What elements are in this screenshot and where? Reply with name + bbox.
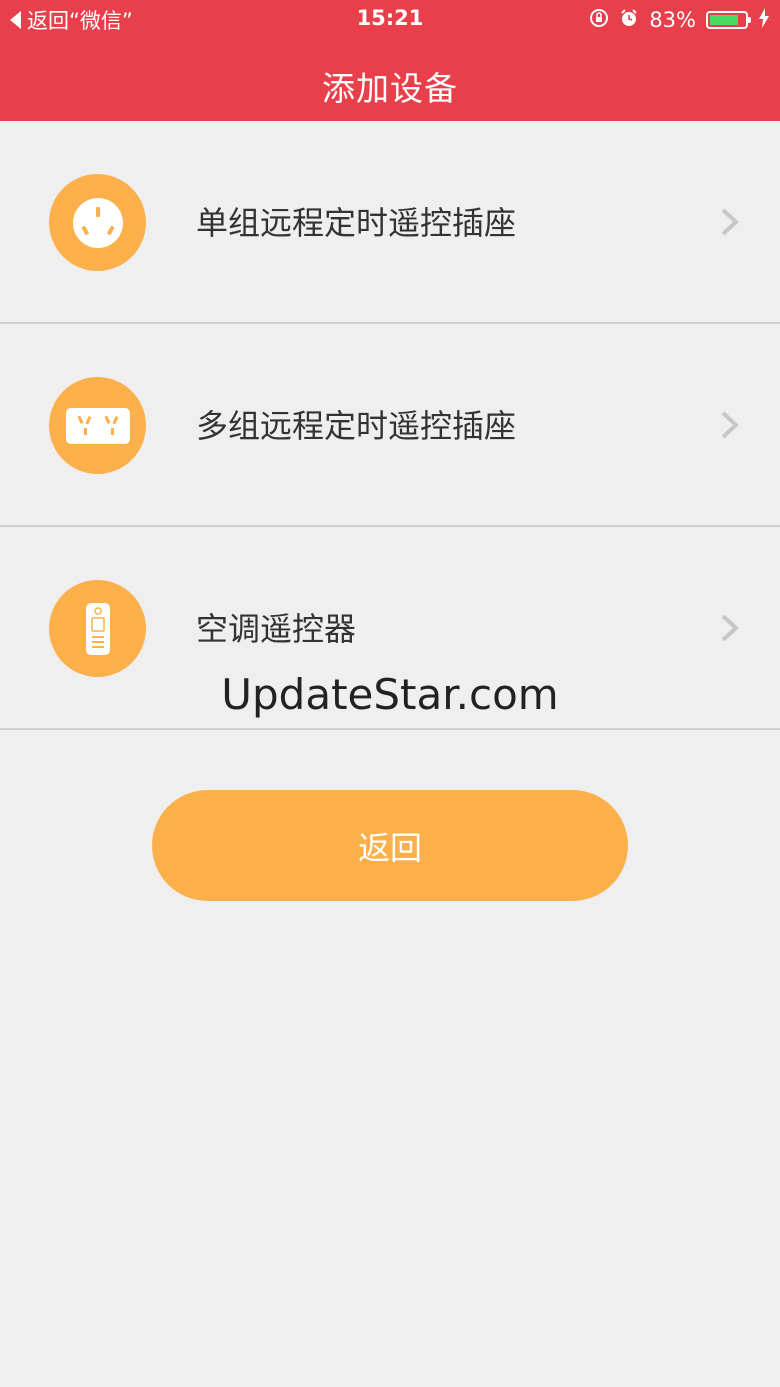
device-label: 空调遥控器: [196, 610, 357, 648]
status-right-group: 83%: [589, 6, 770, 34]
device-list: 单组远程定时遥控插座 多组远程定时遥控插座 空调遥控器: [0, 121, 780, 730]
multi-socket-icon: [49, 377, 146, 474]
chevron-right-icon: [720, 410, 740, 444]
header-bar: 返回“微信” 15:21 83% 添加设备: [0, 0, 780, 121]
status-bar: 返回“微信” 15:21 83%: [0, 0, 780, 40]
charging-icon: [758, 7, 770, 33]
battery-fill: [710, 15, 739, 25]
ac-remote-icon: [49, 580, 146, 677]
single-socket-icon: [49, 174, 146, 271]
orientation-lock-icon: [589, 8, 609, 33]
chevron-right-icon: [720, 613, 740, 647]
device-label: 单组远程定时遥控插座: [196, 204, 517, 242]
chevron-right-icon: [720, 207, 740, 241]
battery-percent: 83%: [649, 8, 696, 32]
page-title: 添加设备: [322, 69, 458, 108]
device-label: 多组远程定时遥控插座: [196, 407, 517, 445]
watermark-text: UpdateStar.com: [221, 670, 559, 719]
battery-icon: [706, 11, 751, 29]
back-button[interactable]: 返回: [152, 790, 628, 901]
alarm-icon: [619, 8, 639, 33]
device-item-single-socket[interactable]: 单组远程定时遥控插座: [0, 121, 780, 324]
device-item-multi-socket[interactable]: 多组远程定时遥控插座: [0, 324, 780, 527]
